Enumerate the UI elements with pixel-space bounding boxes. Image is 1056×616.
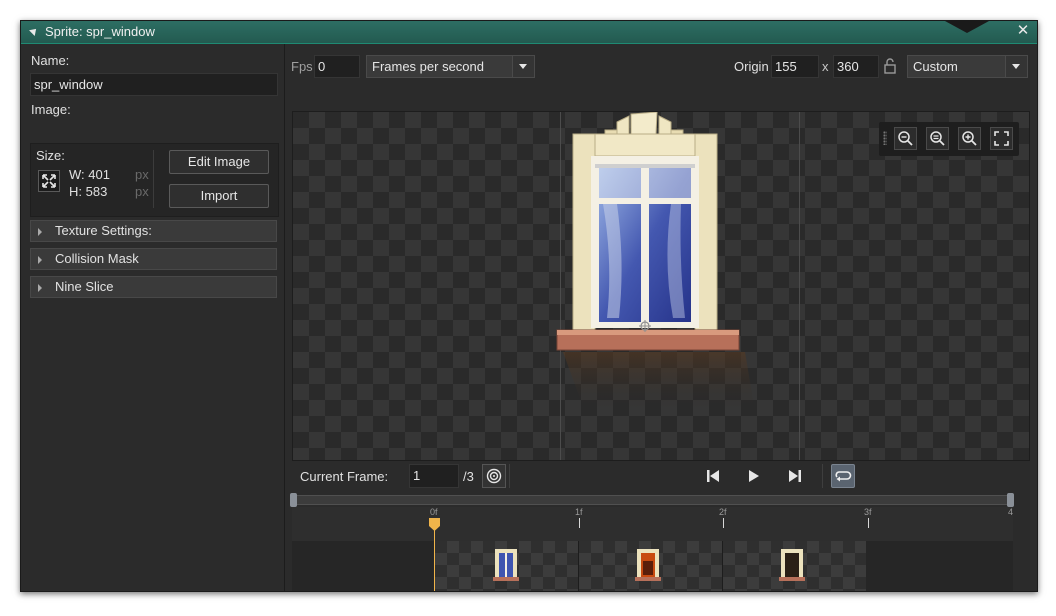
tick-label: 3f [864, 507, 872, 517]
frame-strip [292, 541, 1013, 591]
window-thumbnail-image [493, 549, 519, 581]
tick-mark [723, 518, 724, 528]
expand-arrows-icon [42, 174, 56, 188]
fps-input[interactable]: 0 [314, 55, 360, 78]
zoom-in-button[interactable] [958, 127, 981, 150]
editor-main-area: Fps 0 Frames per second Origin 155 x 360… [285, 44, 1037, 591]
frame-total: /3 [463, 469, 474, 484]
playhead-marker-icon[interactable] [429, 518, 440, 531]
divider [509, 464, 510, 488]
origin-label: Origin [734, 59, 769, 74]
size-label: Size: [36, 148, 65, 163]
section-label: Texture Settings: [55, 223, 152, 238]
tick-label: 1f [575, 507, 583, 517]
chevron-right-icon [38, 284, 42, 292]
height-unit: px [135, 184, 149, 199]
last-frame-icon[interactable] [785, 466, 805, 486]
texture-settings-section[interactable]: Texture Settings: [30, 220, 277, 242]
title-notch [945, 21, 989, 33]
onion-skin-button[interactable] [482, 464, 506, 488]
fps-label: Fps [291, 59, 313, 74]
import-button[interactable]: Import [169, 184, 269, 208]
zoom-out-button[interactable] [894, 127, 917, 150]
current-frame-label: Current Frame: [300, 469, 389, 484]
title-bar[interactable]: Sprite: spr_window ✕ [21, 21, 1037, 44]
origin-mode-dropdown[interactable]: Custom [907, 55, 1028, 78]
chevron-right-icon [38, 228, 42, 236]
sprite-preview-image [556, 112, 755, 412]
origin-y-input[interactable]: 360 [833, 55, 879, 78]
tick-mark [579, 518, 580, 528]
onion-skin-icon [486, 468, 502, 484]
range-end-handle[interactable] [1007, 493, 1014, 507]
name-label: Name: [31, 53, 70, 68]
fullscreen-button[interactable] [990, 127, 1013, 150]
auto-resize-icon[interactable] [38, 170, 60, 192]
frame-thumbnail-1[interactable] [435, 541, 579, 591]
frame-thumbnail-2[interactable] [579, 541, 723, 591]
tick-mark [868, 518, 869, 528]
tick-label: 4 [1008, 507, 1014, 517]
window-thumbnail-image [635, 549, 661, 581]
zoom-in-icon [962, 131, 977, 146]
zoom-reset-icon [930, 131, 945, 146]
origin-separator: x [822, 59, 829, 74]
width-value: W: 401 [69, 167, 110, 182]
window-thumbnail-image [779, 549, 805, 581]
origin-x-input[interactable]: 155 [771, 55, 819, 78]
divider [153, 150, 154, 208]
properties-panel: Name: spr_window Image: Size: W: 401 H: … [21, 44, 285, 591]
zoom-out-icon [898, 131, 913, 146]
chevron-right-icon [38, 256, 42, 264]
timeline-range-bar[interactable] [292, 495, 1013, 505]
close-icon[interactable]: ✕ [1015, 23, 1031, 39]
sprite-canvas[interactable] [292, 111, 1030, 461]
height-value: H: 583 [69, 184, 108, 199]
lock-icon[interactable] [882, 57, 898, 75]
tick-label: 0f [430, 507, 438, 517]
loop-button[interactable] [831, 464, 855, 488]
collision-mask-section[interactable]: Collision Mask [30, 248, 277, 270]
loop-icon [835, 471, 852, 482]
section-label: Nine Slice [55, 279, 114, 294]
window-title: Sprite: spr_window [45, 24, 155, 39]
current-frame-input[interactable]: 1 [409, 464, 459, 488]
chevron-down-icon [512, 56, 534, 77]
first-frame-icon[interactable] [703, 466, 723, 486]
sprite-name-field[interactable]: spr_window [30, 73, 278, 96]
nine-slice-section[interactable]: Nine Slice [30, 276, 277, 298]
origin-mode-value: Custom [913, 59, 958, 74]
divider [822, 464, 823, 488]
range-start-handle[interactable] [290, 493, 297, 507]
zoom-reset-button[interactable] [926, 127, 949, 150]
drag-handle-icon[interactable] [883, 131, 887, 145]
playhead-line [434, 521, 435, 591]
tick-label: 2f [719, 507, 727, 517]
chevron-down-icon [1005, 56, 1027, 77]
timeline-ruler[interactable]: 0f 1f 2f 3f 4 [292, 507, 1013, 542]
image-size-box: Size: W: 401 H: 583 px px Edit Image Imp… [30, 143, 279, 217]
frame-thumbnail-3[interactable] [723, 541, 866, 591]
play-icon[interactable] [743, 466, 763, 486]
zoom-toolbar [879, 122, 1019, 156]
canvas-bound-right [799, 112, 800, 460]
edit-image-button[interactable]: Edit Image [169, 150, 269, 174]
width-unit: px [135, 167, 149, 182]
fps-mode-dropdown[interactable]: Frames per second [366, 55, 535, 78]
image-label: Image: [31, 102, 71, 117]
fullscreen-icon [994, 131, 1009, 146]
section-label: Collision Mask [55, 251, 139, 266]
collapse-icon[interactable] [29, 26, 39, 36]
sprite-editor-window: Sprite: spr_window ✕ Name: spr_window Im… [20, 20, 1038, 592]
fps-mode-value: Frames per second [372, 59, 484, 74]
